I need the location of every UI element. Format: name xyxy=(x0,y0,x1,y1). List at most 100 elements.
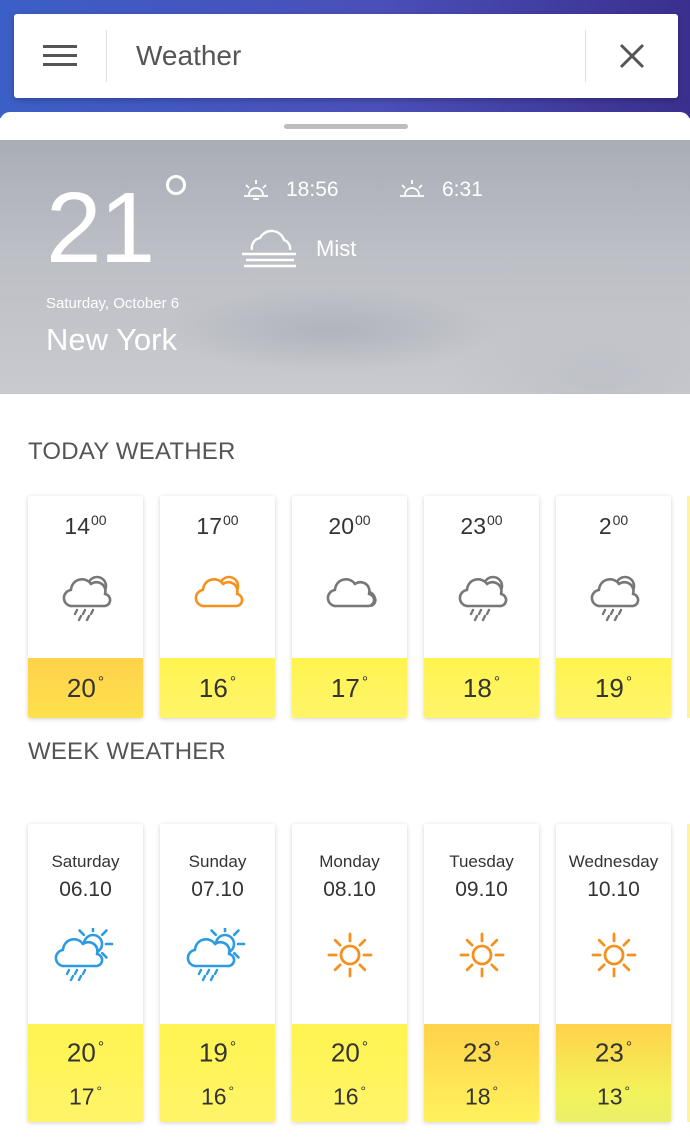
hourly-forecast-card[interactable]: 200 19 ° xyxy=(556,496,671,718)
close-icon xyxy=(619,43,645,69)
cloud-icon xyxy=(292,572,407,616)
low-value: 16 xyxy=(332,1083,359,1110)
minute-value: 00 xyxy=(223,512,239,528)
mist-icon xyxy=(242,229,296,268)
hour-value: 2 xyxy=(598,513,612,539)
forecast-day: Monday xyxy=(319,852,380,871)
high-temperature: 20 ° xyxy=(330,1037,369,1068)
daily-forecast-card[interactable]: Monday 08.10 20 ° 16 ° xyxy=(292,824,407,1122)
forecast-hour: 2300 xyxy=(424,512,539,540)
rain-cloud-icon xyxy=(556,572,671,622)
forecast-day: Saturday xyxy=(51,852,120,871)
sun-rain-icon xyxy=(160,928,275,986)
sunset-icon xyxy=(244,180,268,200)
cloud-icon-orange xyxy=(160,572,275,616)
forecast-date: 09.10 xyxy=(455,878,508,901)
sun-icon xyxy=(292,928,407,982)
rain-cloud-icon xyxy=(28,572,143,622)
hourly-forecast-card[interactable]: 1400 20 ° xyxy=(28,496,143,718)
high-value: 20 xyxy=(330,1037,360,1068)
close-button[interactable] xyxy=(586,14,678,98)
minute-value: 00 xyxy=(612,512,629,528)
daily-forecast-card[interactable]: Wednesday 10.10 23 ° 13 ° xyxy=(556,824,671,1122)
sun-rain-icon xyxy=(28,928,143,986)
high-value: 23 xyxy=(462,1037,492,1068)
search-bar xyxy=(14,14,678,98)
high-temperature: 23 ° xyxy=(594,1037,633,1068)
low-temperature: 17 ° xyxy=(68,1083,103,1110)
daily-forecast-card[interactable]: Saturday 06.10 20 ° 17 ° xyxy=(28,824,143,1122)
hourly-temperature-band: 16 ° xyxy=(160,658,275,718)
forecast-date: 08.10 xyxy=(323,878,376,901)
menu-button[interactable] xyxy=(14,14,106,98)
hourly-temperature: 17 ° xyxy=(330,672,369,703)
high-value: 20 xyxy=(66,1037,96,1068)
hourly-temperature-band: 20 ° xyxy=(28,658,143,718)
weather-condition: Mist xyxy=(240,226,356,272)
low-value: 13 xyxy=(596,1083,623,1110)
minute-value: 00 xyxy=(487,512,503,528)
low-temperature: 16 ° xyxy=(332,1083,367,1110)
divider xyxy=(106,30,107,82)
sun-icon xyxy=(424,928,539,982)
hourly-temperature: 20 ° xyxy=(66,672,105,703)
forecast-date: 07.10 xyxy=(191,878,244,901)
sunrise-icon xyxy=(400,180,424,197)
hourly-forecast-card[interactable]: 2300 18 ° xyxy=(424,496,539,718)
minute-value: 00 xyxy=(91,512,107,528)
forecast-hour: 1400 xyxy=(28,512,143,540)
sunset-time: 18:56 xyxy=(242,178,339,202)
hourly-temperature-band: 17 ° xyxy=(292,658,407,718)
week-weather-title: WEEK WEATHER xyxy=(28,738,226,765)
forecast-day: Tuesday xyxy=(449,852,514,871)
daily-temperature-band: 20 ° 17 ° xyxy=(28,1024,143,1122)
hour-value: 23 xyxy=(460,513,486,539)
forecast-day: Sunday xyxy=(188,852,247,871)
temp-value: 16 xyxy=(198,672,228,703)
hour-value: 17 xyxy=(196,513,222,539)
sunrise-label: 6:31 xyxy=(442,178,483,201)
minute-value: 00 xyxy=(355,512,371,528)
forecast-date: 10.10 xyxy=(587,878,640,901)
daily-temperature-band: 20 ° 16 ° xyxy=(292,1024,407,1122)
sunrise-time: 6:31 xyxy=(398,178,483,202)
city-name: New York xyxy=(46,322,177,357)
high-value: 23 xyxy=(594,1037,624,1068)
hourly-forecast-card[interactable]: 2000 17 ° xyxy=(292,496,407,718)
low-temperature: 18 ° xyxy=(464,1083,499,1110)
today-weather-title: TODAY WEATHER xyxy=(28,438,236,465)
low-value: 17 xyxy=(68,1083,95,1110)
search-input[interactable] xyxy=(136,38,576,74)
high-temperature: 19 ° xyxy=(198,1037,237,1068)
daily-forecast-card[interactable]: Sunday 07.10 19 ° 16 ° xyxy=(160,824,275,1122)
daily-temperature-band: 23 ° 13 ° xyxy=(556,1024,671,1122)
degree-symbol xyxy=(166,175,186,195)
forecast-hour: 2000 xyxy=(292,512,407,540)
menu-icon xyxy=(43,45,77,67)
hourly-temperature: 19 ° xyxy=(594,672,633,703)
low-temperature: 16 ° xyxy=(200,1083,235,1110)
hourly-temperature-band: 19 ° xyxy=(556,658,671,718)
temp-value: 20 xyxy=(66,672,96,703)
temp-value: 17 xyxy=(330,672,360,703)
sunset-label: 18:56 xyxy=(286,178,339,201)
condition-label: Mist xyxy=(316,236,357,261)
hourly-temperature: 16 ° xyxy=(198,672,237,703)
hour-value: 14 xyxy=(64,513,90,539)
drag-handle[interactable] xyxy=(284,124,408,129)
high-temperature: 23 ° xyxy=(462,1037,501,1068)
high-value: 19 xyxy=(198,1037,228,1068)
hour-value: 20 xyxy=(328,513,354,539)
hourly-forecast-list[interactable]: 1400 20 ° 1700 16 ° 2000 17 ° 2300 18 ° … xyxy=(0,496,690,736)
hourly-temperature-band: 18 ° xyxy=(424,658,539,718)
high-temperature: 20 ° xyxy=(66,1037,105,1068)
daily-forecast-list[interactable]: Saturday 06.10 20 ° 17 ° Sunday 07.10 19 ° xyxy=(0,824,690,1124)
hourly-temperature: 18 ° xyxy=(462,672,501,703)
low-value: 16 xyxy=(200,1083,227,1110)
current-date: Saturday, October 6 xyxy=(46,295,180,312)
daily-temperature-band: 23 ° 18 ° xyxy=(424,1024,539,1122)
daily-forecast-card[interactable]: Tuesday 09.10 23 ° 18 ° xyxy=(424,824,539,1122)
sun-icon xyxy=(556,928,671,982)
low-temperature: 13 ° xyxy=(596,1083,631,1110)
hourly-forecast-card[interactable]: 1700 16 ° xyxy=(160,496,275,718)
